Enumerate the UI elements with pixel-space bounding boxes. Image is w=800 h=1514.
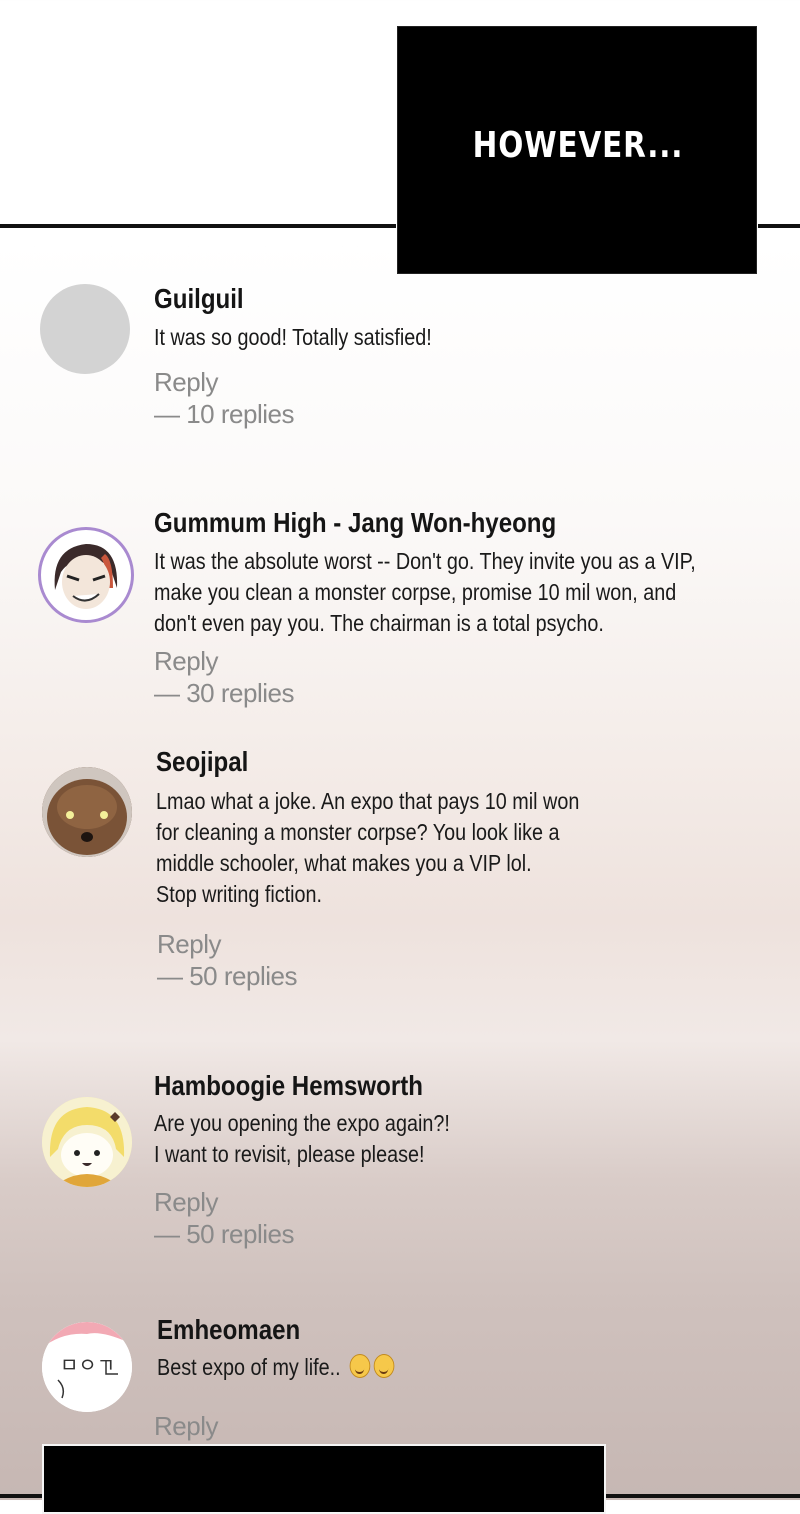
comment-text-line: Best expo of my life..: [157, 1354, 341, 1380]
avatar[interactable]: [38, 527, 134, 623]
view-replies-link[interactable]: — 50 replies: [157, 961, 297, 992]
reply-button[interactable]: Reply: [154, 367, 218, 398]
comment-text: Lmao what a joke. An expo that pays 10 m…: [156, 786, 579, 910]
comment-text: Are you opening the expo again?! I want …: [154, 1108, 450, 1170]
comment-text-line: Are you opening the expo again?!: [154, 1110, 450, 1136]
caption-box: [42, 1444, 606, 1514]
comment-username[interactable]: Guilguil: [154, 283, 244, 315]
avatar[interactable]: [42, 1097, 132, 1187]
avatar[interactable]: [42, 767, 132, 857]
panel-border-line: [0, 1494, 42, 1498]
smiling-face-icon: [373, 1354, 395, 1378]
comment-text-line: I want to revisit, please please!: [154, 1141, 425, 1167]
blonde-girl-cartoon-icon: [42, 1097, 132, 1187]
comment-text-line: middle schooler, what makes you a VIP lo…: [156, 850, 532, 876]
reply-button[interactable]: Reply: [154, 1411, 218, 1442]
view-replies-link[interactable]: — 10 replies: [154, 399, 294, 430]
grinning-man-icon: [54, 544, 118, 609]
panel-border-line: [606, 1494, 800, 1498]
comment-text-line: for cleaning a monster corpse? You look …: [156, 819, 560, 845]
reply-button[interactable]: Reply: [157, 929, 221, 960]
comment-text-line: make you clean a monster corpse, promise…: [154, 579, 677, 605]
comment-text-line: Lmao what a joke. An expo that pays 10 m…: [156, 788, 580, 814]
comment-username[interactable]: Emheomaen: [157, 1314, 300, 1346]
panel-border-line: [0, 224, 396, 228]
reply-button[interactable]: Reply: [154, 1187, 218, 1218]
avatar[interactable]: ㅁㅇㄱ: [42, 1322, 132, 1412]
comment-text-line: Stop writing fiction.: [156, 881, 323, 907]
comment-username[interactable]: Gummum High - Jang Won-hyeong: [154, 507, 556, 539]
comment-text: Best expo of my life..: [157, 1352, 395, 1383]
panel-border-line: [758, 224, 800, 228]
brown-poodle-icon: [42, 767, 132, 857]
comment-text-line: It was the absolute worst -- Don't go. T…: [154, 548, 696, 574]
caption-box: HOWEVER...: [397, 26, 757, 274]
comment-text-line: don't even pay you. The chairman is a to…: [154, 610, 604, 636]
doodle-face-icon: ㅁㅇㄱ: [42, 1322, 132, 1412]
comment-username[interactable]: Hamboogie Hemsworth: [154, 1070, 423, 1102]
view-replies-link[interactable]: — 50 replies: [154, 1219, 294, 1250]
comment-text: It was the absolute worst -- Don't go. T…: [154, 546, 696, 639]
smiling-face-icon: [349, 1354, 371, 1378]
comment-text: It was so good! Totally satisfied!: [154, 322, 432, 353]
comment-text-line: It was so good! Totally satisfied!: [154, 324, 432, 350]
reply-button[interactable]: Reply: [154, 646, 218, 677]
caption-text: HOWEVER...: [472, 125, 684, 166]
comment-username[interactable]: Seojipal: [156, 746, 248, 778]
avatar[interactable]: [40, 284, 130, 374]
view-replies-link[interactable]: — 30 replies: [154, 678, 294, 709]
